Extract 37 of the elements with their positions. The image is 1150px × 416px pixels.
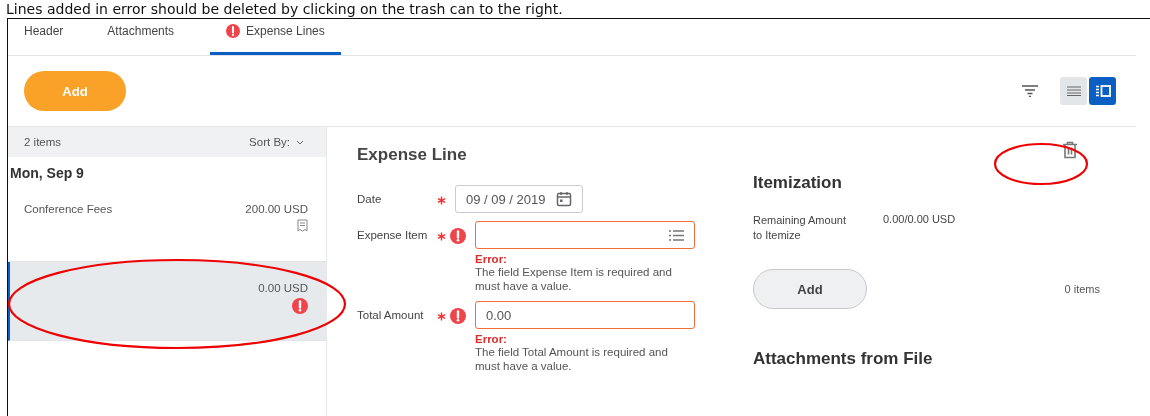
list-view-icon xyxy=(1066,86,1081,96)
add-button[interactable]: Add xyxy=(753,269,867,309)
item-count: 0 items xyxy=(1064,283,1100,295)
field-value: 0.00/0.00 USD xyxy=(883,213,956,227)
tab[interactable]: Header xyxy=(16,19,80,55)
select-field[interactable] xyxy=(475,221,695,249)
item-count: 2 items xyxy=(24,136,62,148)
caption-text: Lines added in error should be deleted by clicking on the trash can to the right. xyxy=(5,0,564,18)
error-message: The field Expense Item is required and must have a value. xyxy=(475,265,673,293)
section-title: Attachments from File xyxy=(753,349,934,369)
line-amount: 0.00 USD xyxy=(258,282,308,294)
tab[interactable]: Attachments xyxy=(99,19,191,55)
view-toggle[interactable] xyxy=(1089,77,1116,105)
detail-view-icon xyxy=(1094,85,1111,97)
field-label: Remaining Amount to Itemize xyxy=(753,213,847,243)
view-toggle[interactable] xyxy=(1060,77,1087,105)
filter-icon[interactable] xyxy=(1022,85,1038,97)
trash-icon[interactable] xyxy=(1062,141,1078,159)
calendar-icon[interactable] xyxy=(556,191,572,207)
section-title: Expense Line xyxy=(357,144,468,166)
field-label: Total Amount xyxy=(357,309,425,321)
field-label: Date xyxy=(357,193,383,205)
amount-field[interactable]: 0.00 xyxy=(475,301,695,329)
error-title: Error: xyxy=(475,333,508,345)
error-message: The field Total Amount is required and must have a value. xyxy=(475,345,669,373)
expense-line-item[interactable]: 0.00 USD xyxy=(8,262,326,341)
section-title: Itemization xyxy=(753,173,843,193)
line-name: Conference Fees xyxy=(24,203,113,215)
sort-button[interactable]: Sort By: xyxy=(249,136,304,148)
chevron-down-icon xyxy=(296,139,304,145)
error-title: Error: xyxy=(475,253,508,265)
tab[interactable]: Expense Lines xyxy=(210,19,341,55)
list-icon[interactable] xyxy=(669,229,684,241)
date-group-heading: Mon, Sep 9 xyxy=(9,164,85,183)
field-label: Expense Item xyxy=(357,229,429,241)
line-amount: 200.00 USD xyxy=(245,203,308,215)
date-field[interactable]: 09 / 09 / 2019 xyxy=(455,185,583,213)
